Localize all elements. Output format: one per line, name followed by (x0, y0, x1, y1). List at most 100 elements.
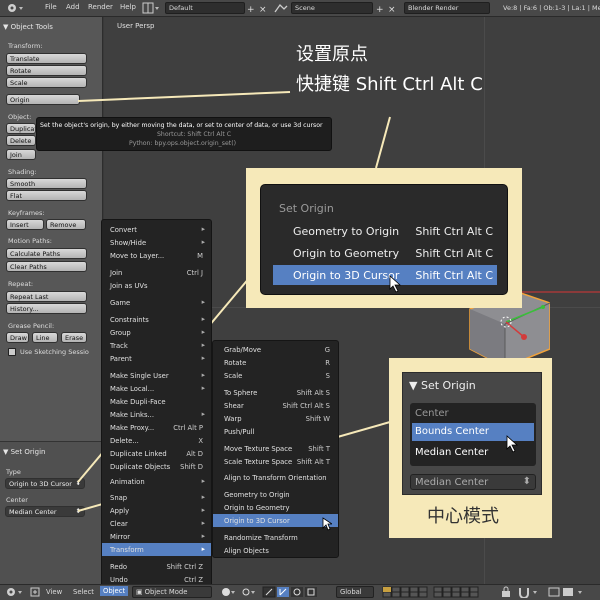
menu-item-group[interactable]: Group ▸ (102, 326, 211, 339)
delete-button[interactable]: Delete (6, 135, 36, 146)
add-scene-icon[interactable]: + × (376, 3, 400, 15)
menu-view[interactable]: View (46, 588, 62, 596)
join-button[interactable]: Join (6, 149, 36, 160)
submenu-arrow-icon: ▸ (201, 354, 205, 362)
scale-button[interactable]: Scale (6, 77, 87, 88)
origin-type-select[interactable]: Origin to 3D Cursor ⬍ (5, 478, 85, 489)
menu-item-make-dupli-face[interactable]: Make Dupli-Face (102, 395, 211, 408)
menu-item-rotate[interactable]: Rotate R (213, 356, 338, 369)
menu-item-join[interactable]: Join Ctrl J (102, 266, 211, 279)
menu-item-constraints[interactable]: Constraints ▸ (102, 313, 211, 326)
set-origin-panel-header[interactable]: ▼ Set Origin (409, 379, 476, 392)
menu-item-scale[interactable]: Scale S (213, 369, 338, 382)
menu-item-convert[interactable]: Convert ▸ (102, 223, 211, 236)
repeat-last-button[interactable]: Repeat Last (6, 291, 87, 302)
calculate-paths-button[interactable]: Calculate Paths (6, 248, 87, 259)
submenu-arrow-icon: ▸ (201, 298, 205, 306)
scene-field[interactable]: Scene (291, 2, 373, 14)
menu-item-origin-to-3d-cursor[interactable]: Origin to 3D Cursor (213, 514, 338, 527)
menu-item-origin-to-geometry[interactable]: Origin to Geometry (213, 501, 338, 514)
insert-keyframe-button[interactable]: Insert (6, 219, 44, 230)
clear-paths-button[interactable]: Clear Paths (6, 261, 87, 272)
snap-icon[interactable] (518, 586, 544, 600)
tooltip-python: Python: bpy.ops.object.origin_set() (129, 140, 237, 147)
flat-button[interactable]: Flat (6, 190, 87, 201)
render-preview-icons[interactable] (548, 586, 596, 600)
line-button[interactable]: Line (32, 332, 58, 343)
menu-item-align-to-transform-orientation[interactable]: Align to Transform Orientation (213, 471, 338, 484)
menu-item-track[interactable]: Track ▸ (102, 339, 211, 352)
editor-type-icon[interactable] (5, 586, 25, 600)
history-button[interactable]: History... (6, 303, 87, 314)
manipulator-icons[interactable] (262, 586, 334, 600)
screen-layout-icon[interactable] (142, 2, 162, 16)
menu-item-transform[interactable]: Transform ▸ (102, 543, 211, 556)
layer-buttons[interactable] (382, 586, 492, 600)
menu-item-make-proxy[interactable]: Make Proxy... Ctrl Alt P (102, 421, 211, 434)
viewport-shading-icon[interactable] (220, 586, 236, 600)
menu-item-geometry-to-origin[interactable]: Geometry to Origin (213, 488, 338, 501)
menu-add[interactable]: Add (66, 3, 80, 11)
object-tools-header[interactable]: ▼ Object Tools (3, 23, 53, 31)
menu-item-parent[interactable]: Parent ▸ (102, 352, 211, 365)
menu-item-make-links[interactable]: Make Links... ▸ (102, 408, 211, 421)
set-origin-panel-header[interactable]: ▼ Set Origin (3, 448, 46, 456)
popup-item-origin-to-geometry[interactable]: Origin to Geometry Shift Ctrl Alt C (273, 243, 497, 263)
transform-orientation-select[interactable]: Global (336, 586, 374, 598)
menu-item-apply[interactable]: Apply ▸ (102, 504, 211, 517)
menu-item-scale-texture-space[interactable]: Scale Texture Space Shift Alt T (213, 455, 338, 468)
object-menu: Convert ▸ Show/Hide ▸ Move to Layer... M Jo… (101, 219, 212, 587)
menu-item-duplicate-objects[interactable]: Duplicate Objects Shift D (102, 460, 211, 473)
scene-icon[interactable] (274, 2, 288, 16)
menu-file[interactable]: File (45, 3, 57, 11)
menu-item-animation[interactable]: Animation ▸ (102, 475, 211, 488)
menu-item-mirror[interactable]: Mirror ▸ (102, 530, 211, 543)
center-select[interactable]: Median Center ⬍ (410, 474, 536, 490)
menu-item-randomize-transform[interactable]: Randomize Transform (213, 531, 338, 544)
lock-icon[interactable] (500, 586, 512, 600)
add-screen-icon[interactable]: + × (247, 3, 271, 15)
menu-item-snap[interactable]: Snap ▸ (102, 491, 211, 504)
menu-item-move-texture-space[interactable]: Move Texture Space Shift T (213, 442, 338, 455)
popup-item-origin-to-3d-cursor[interactable]: Origin to 3D Cursor Shift Ctrl Alt C (273, 265, 497, 285)
remove-keyframe-button[interactable]: Remove (46, 219, 86, 230)
menu-item-shear[interactable]: Shear Shift Ctrl Alt S (213, 399, 338, 412)
menu-item-delete[interactable]: Delete... X (102, 434, 211, 447)
duplicate-button[interactable]: Duplicate (6, 123, 36, 134)
render-engine-select[interactable]: Blender Render (404, 2, 490, 14)
screen-layout-field[interactable]: Default (165, 2, 245, 14)
menu-item-game[interactable]: Game ▸ (102, 296, 211, 309)
editor-type-icon[interactable] (6, 2, 26, 16)
menu-item-show-hide[interactable]: Show/Hide ▸ (102, 236, 211, 249)
menu-item-move-to-layer[interactable]: Move to Layer... M (102, 249, 211, 262)
use-sketching-checkbox[interactable] (8, 348, 16, 356)
menu-item-make-single-user[interactable]: Make Single User ▸ (102, 369, 211, 382)
menu-help[interactable]: Help (120, 3, 136, 11)
submenu-arrow-icon: ▸ (201, 532, 205, 540)
menu-select[interactable]: Select (73, 588, 94, 596)
submenu-arrow-icon: ▸ (201, 315, 205, 323)
menu-render[interactable]: Render (88, 3, 113, 11)
center-select[interactable]: Median Center ⬍ (5, 506, 85, 517)
menu-item-align-objects[interactable]: Align Objects (213, 544, 338, 557)
menu-item-clear[interactable]: Clear ▸ (102, 517, 211, 530)
menu-item-push-pull[interactable]: Push/Pull (213, 425, 338, 438)
menu-item-duplicate-linked[interactable]: Duplicate Linked Alt D (102, 447, 211, 460)
draw-button[interactable]: Draw (6, 332, 29, 343)
rotate-button[interactable]: Rotate (6, 65, 87, 76)
popup-item-geometry-to-origin[interactable]: Geometry to Origin Shift Ctrl Alt C (273, 221, 497, 241)
origin-button[interactable]: Origin (6, 94, 80, 105)
smooth-button[interactable]: Smooth (6, 178, 87, 189)
pivot-point-icon[interactable] (240, 586, 256, 600)
menu-object[interactable]: Object (100, 586, 129, 596)
translate-button[interactable]: Translate (6, 53, 87, 64)
mode-select[interactable]: ▣ Object Mode (132, 586, 212, 598)
menu-item-redo[interactable]: Redo Shift Ctrl Z (102, 560, 211, 573)
add-icon[interactable] (30, 587, 40, 599)
menu-item-join-as-uvs[interactable]: Join as UVs (102, 279, 211, 292)
menu-item-grab-move[interactable]: Grab/Move G (213, 343, 338, 356)
menu-item-make-local[interactable]: Make Local... ▸ (102, 382, 211, 395)
erase-button[interactable]: Erase (61, 332, 87, 343)
menu-item-to-sphere[interactable]: To Sphere Shift Alt S (213, 386, 338, 399)
menu-item-warp[interactable]: Warp Shift W (213, 412, 338, 425)
